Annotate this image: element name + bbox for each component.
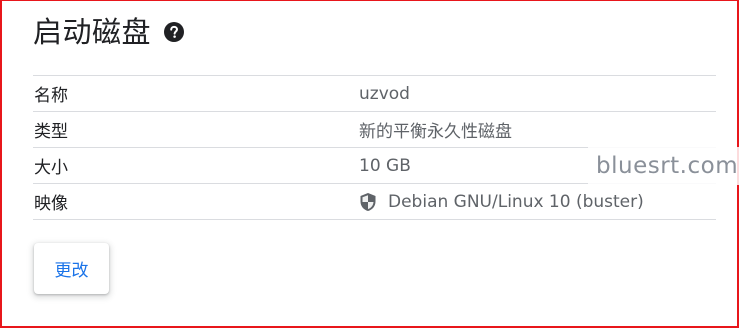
row-value-image-text: Debian GNU/Linux 10 (buster) <box>388 191 644 212</box>
watermark-text: bluesrt.com <box>588 147 739 185</box>
row-label-name: 名称 <box>34 86 68 106</box>
help-circle-icon[interactable] <box>164 22 185 42</box>
row-value-image: Debian GNU/Linux 10 (buster) <box>359 192 644 212</box>
row-label-type: 类型 <box>34 122 68 142</box>
shield-icon <box>359 192 377 212</box>
edit-button[interactable]: 更改 <box>34 243 109 294</box>
row-label-size: 大小 <box>34 158 68 178</box>
row-value-type: 新的平衡永久性磁盘 <box>359 122 512 142</box>
table-row-type: 类型 新的平衡永久性磁盘 <box>33 112 716 148</box>
panel-header: 启动磁盘 <box>33 12 185 52</box>
table-row-image: 映像 Debian GNU/Linux 10 (buster) <box>33 184 716 220</box>
page-title: 启动磁盘 <box>33 15 152 49</box>
row-label-image: 映像 <box>34 194 68 214</box>
table-row-name: 名称 uzvod <box>33 76 716 112</box>
row-value-size: 10 GB <box>359 155 411 176</box>
row-value-name: uzvod <box>359 83 410 104</box>
